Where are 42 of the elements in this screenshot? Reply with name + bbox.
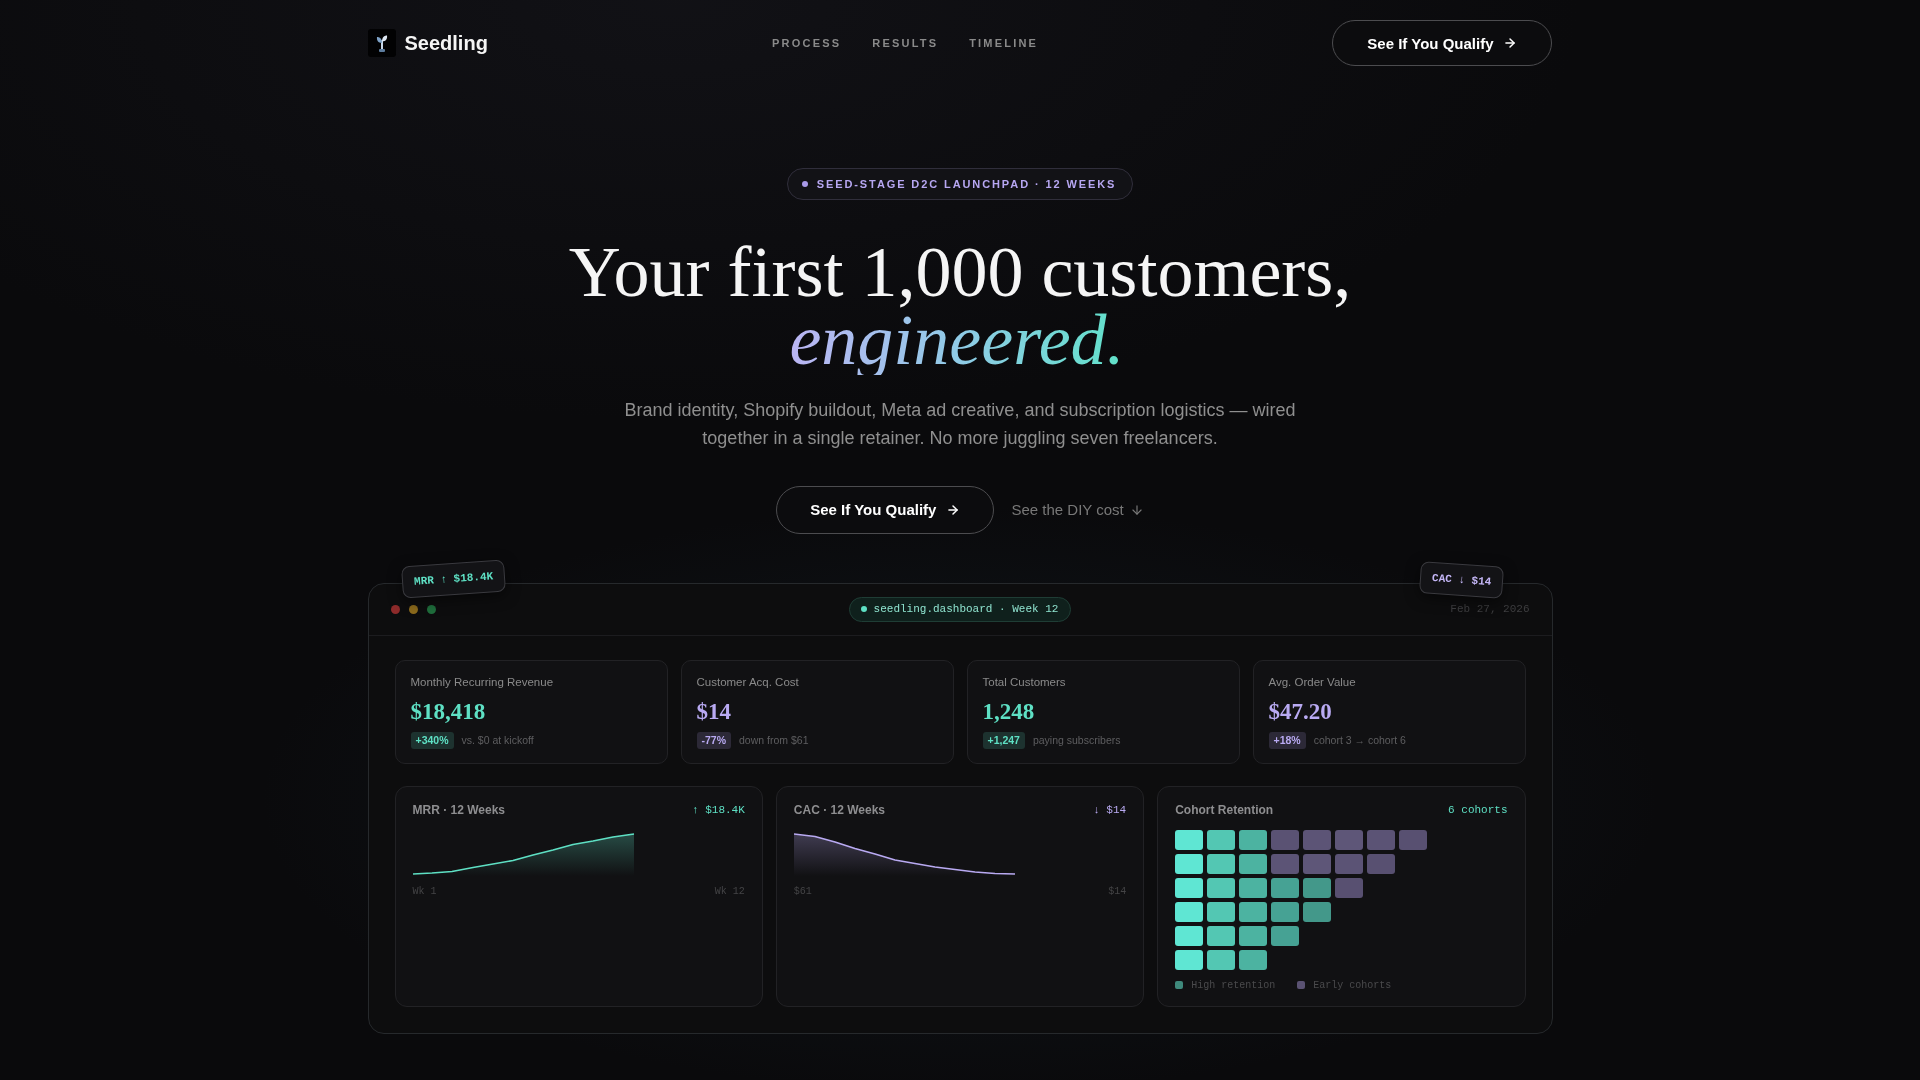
chart-reading: ↓ $14 <box>1093 803 1127 816</box>
nav-link[interactable]: PROCESS <box>772 37 842 49</box>
change-badge: -77% <box>696 731 731 749</box>
diy-cost-link[interactable]: See the DIY cost <box>1011 501 1144 519</box>
hero-subtitle: Brand identity, Shopify buildout, Meta ad creative, and subscription logistics — wired together in a single retainer. No more juggling seven freelancers. <box>623 398 1297 450</box>
stat-value: $47.20 <box>1268 698 1333 725</box>
change-badge: +1,247 <box>982 731 1025 749</box>
chart-reading: ↑ $18.4K <box>692 803 745 816</box>
stat-label: Avg. Order Value <box>1268 674 1357 689</box>
stat-note: paying subscribers <box>1032 734 1121 747</box>
qualify-button[interactable]: See If You Qualify <box>776 485 995 534</box>
stat-value: 1,248 <box>982 698 1036 725</box>
chart-title: Cohort Retention <box>1175 802 1274 817</box>
stat-label: Total Customers <box>982 674 1067 689</box>
chart-title: CAC · 12 Weeks <box>793 802 885 817</box>
chart-title: MRR · 12 Weeks <box>412 802 505 817</box>
headline: Your first 1,000 customers, <box>568 238 1352 307</box>
stat-value: $14 <box>696 698 732 725</box>
stat-note: down from $61 <box>739 734 809 747</box>
stat-label: Customer Acq. Cost <box>696 674 800 689</box>
stat-note: vs. $0 at kickoff <box>461 734 534 747</box>
window-controls-icon[interactable] <box>390 604 436 614</box>
arrow-right-icon <box>1503 36 1518 50</box>
nav-link[interactable]: TIMELINE <box>969 37 1039 49</box>
stat-label: Monthly Recurring Revenue <box>410 674 555 689</box>
status-dot-icon <box>860 606 867 613</box>
change-badge: +340% <box>410 731 454 749</box>
brand-name: Seedling <box>404 31 488 55</box>
stat-value: $18,418 <box>410 698 487 725</box>
status-dot-icon <box>801 181 808 187</box>
nav-link[interactable]: RESULTS <box>872 37 939 49</box>
address-text: seedling.dashboard · Week 12 <box>873 603 1059 616</box>
floating-metric-tag: CAC ↓ $14 <box>1419 560 1505 599</box>
chart-reading: 6 cohorts <box>1448 803 1508 816</box>
qualify-button[interactable]: See If You Qualify <box>1332 20 1553 66</box>
badge-text: SEED-STAGE D2C LAUNCHPAD · 12 WEEKS <box>816 178 1117 190</box>
floating-metric-tag: MRR ↑ $18.4K <box>400 559 506 599</box>
arrow-right-icon <box>946 502 961 517</box>
arrow-down-icon <box>1129 502 1144 517</box>
change-badge: +18% <box>1268 731 1306 749</box>
logo-sprout-icon <box>367 29 396 57</box>
stat-note: cohort 3 → cohort 6 <box>1313 734 1406 747</box>
